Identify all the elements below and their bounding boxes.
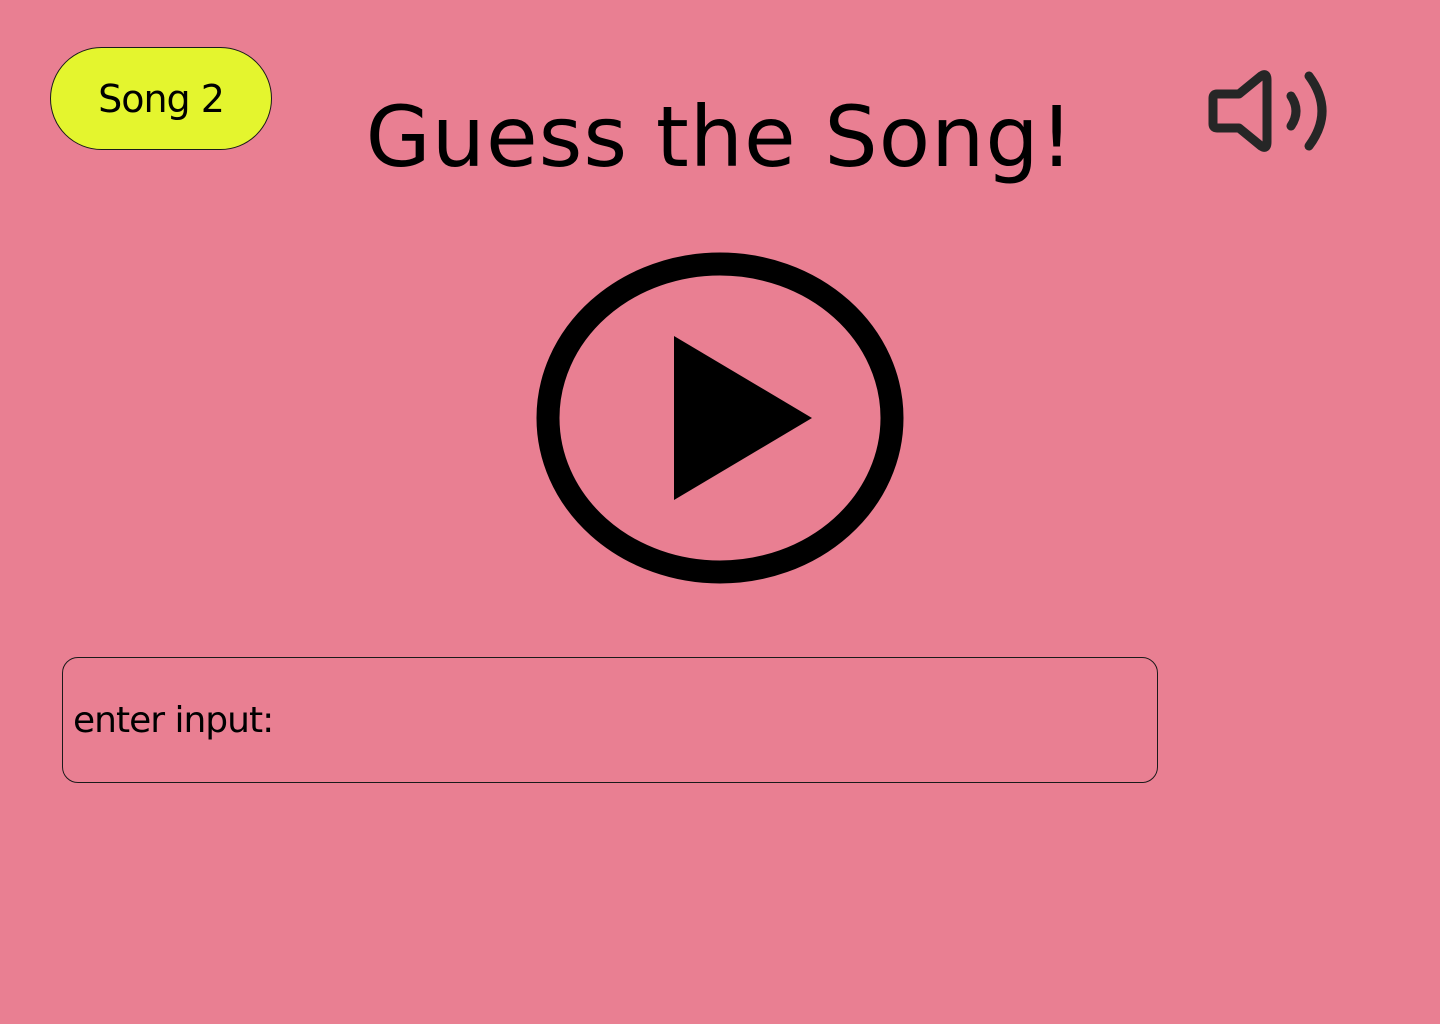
guess-field-label: enter input: <box>73 699 274 741</box>
play-button[interactable] <box>536 252 904 584</box>
play-circle-icon <box>536 252 904 584</box>
volume-button[interactable] <box>1205 62 1337 158</box>
song-guess-input[interactable] <box>273 657 1157 783</box>
speaker-volume-icon <box>1208 70 1327 152</box>
song-number-badge[interactable]: Song 2 <box>50 47 272 150</box>
game-screen: Song 2 Guess the Song! enter input: <box>0 0 1440 1024</box>
song-guess-field[interactable]: enter input: <box>62 657 1158 783</box>
song-number-label: Song 2 <box>98 76 225 121</box>
page-title: Guess the Song! <box>365 88 1075 186</box>
